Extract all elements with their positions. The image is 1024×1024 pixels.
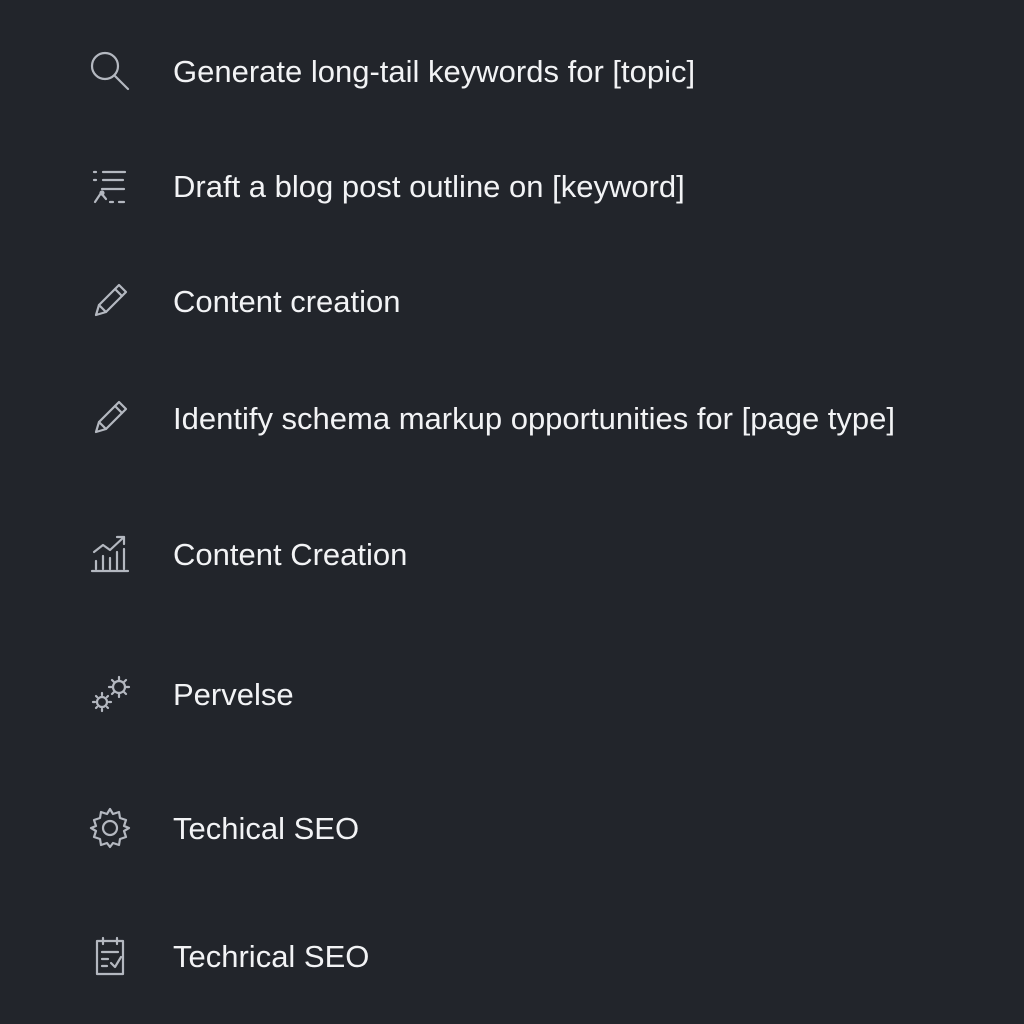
pencil-icon: [84, 392, 136, 444]
menu-item-label: Techical SEO: [173, 810, 360, 846]
menu-item-content-creation[interactable]: Content creation: [84, 271, 984, 331]
gears-icon: [84, 668, 136, 720]
menu-item-pervelse[interactable]: Pervelse: [84, 664, 984, 724]
checklist-icon: [84, 930, 136, 982]
pencil-icon: [84, 275, 136, 327]
menu-item-blog-outline[interactable]: Draft a blog post outline on [keyword]: [84, 156, 984, 216]
menu-item-label: Pervelse: [173, 676, 294, 712]
outline-icon: [84, 160, 136, 212]
menu-item-label: Content creation: [173, 283, 401, 319]
gear-icon: [84, 802, 136, 854]
prompt-suggestion-list: Generate long-tail keywords for [topic] …: [0, 0, 1024, 1024]
menu-item-label: Techrical SEO: [173, 938, 370, 974]
menu-item-content-creation-2[interactable]: Content Creation: [84, 524, 984, 584]
menu-item-label: Draft a blog post outline on [keyword]: [173, 168, 685, 204]
menu-item-technical-seo-2[interactable]: Techrical SEO: [84, 926, 984, 986]
menu-item-generate-keywords[interactable]: Generate long-tail keywords for [topic]: [84, 41, 984, 101]
menu-item-label: Content Creation: [173, 536, 408, 572]
menu-item-label: Identify schema markup opportunities for…: [173, 400, 896, 436]
menu-item-schema-markup[interactable]: Identify schema markup opportunities for…: [84, 388, 984, 448]
menu-item-label: Generate long-tail keywords for [topic]: [173, 53, 696, 89]
search-icon: [84, 45, 136, 97]
menu-item-technical-seo[interactable]: Techical SEO: [84, 798, 984, 858]
growth-chart-icon: [84, 528, 136, 580]
